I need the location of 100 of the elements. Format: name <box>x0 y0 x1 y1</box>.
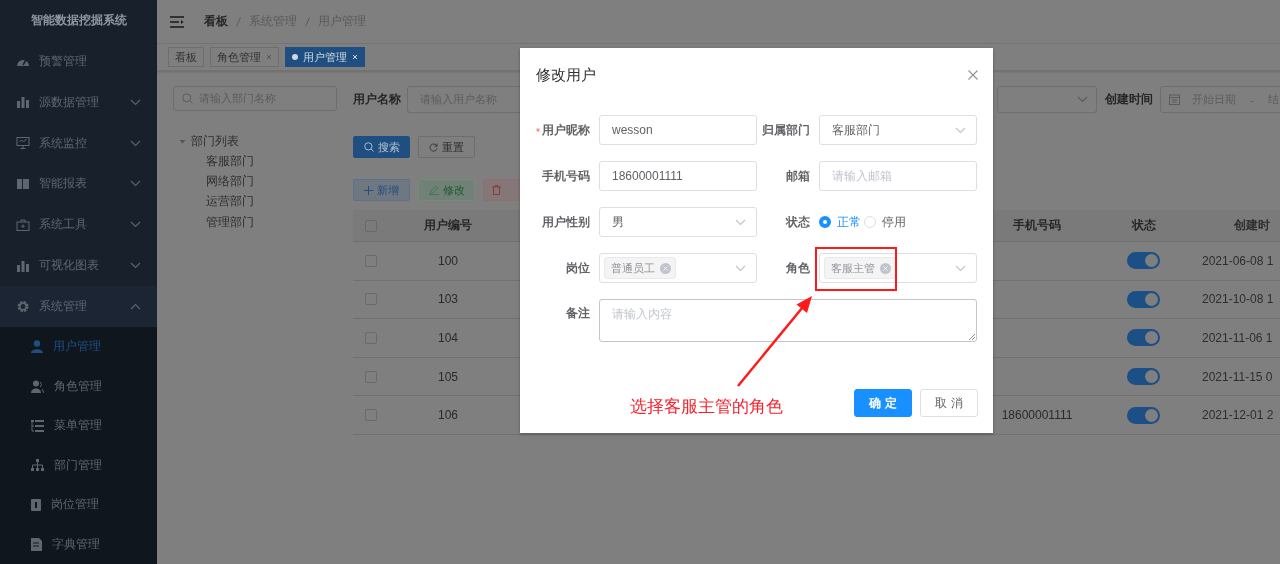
submenu-item[interactable]: 角色管理 <box>0 366 157 406</box>
input-field[interactable]: 18600001111 <box>599 161 757 191</box>
menu-item[interactable]: 系统工具 <box>0 204 157 246</box>
chevron-icon <box>955 264 966 272</box>
field-label: 备注 <box>566 306 590 321</box>
column-header: 手机号码 <box>1012 217 1062 234</box>
document-icon <box>31 537 42 551</box>
chevron-icon <box>130 180 141 188</box>
edit-button[interactable]: 修改 <box>418 179 475 201</box>
chevron-icon <box>130 262 141 270</box>
table-cell-text: 106 <box>437 408 459 423</box>
list-icon <box>31 419 44 432</box>
chevron-icon <box>955 126 966 134</box>
plus-icon <box>364 185 373 195</box>
table-cell-text: 2021-11-15 0 <box>1201 369 1274 384</box>
page-tab[interactable]: 角色管理 <box>210 47 279 67</box>
column-header: 创建时 <box>1233 217 1271 234</box>
input-field[interactable]: wesson <box>599 115 757 145</box>
submenu-item[interactable]: 用户管理 <box>0 327 157 367</box>
table-cell-text: 100 <box>437 253 459 268</box>
pencil-icon <box>428 185 439 195</box>
tree-node[interactable]: 运营部门 <box>173 191 337 213</box>
breadcrumb-separator-icon <box>305 16 310 27</box>
chevron-icon <box>130 221 141 229</box>
chevron-icon <box>1077 96 1088 103</box>
column-header: 状态 <box>1130 217 1157 234</box>
refresh-icon <box>429 142 438 152</box>
resize-grip-icon <box>968 333 975 340</box>
menu-item[interactable]: 系统管理 <box>0 286 157 327</box>
selected-tag: 普通员工 <box>604 257 676 279</box>
bar-chart-icon <box>16 96 30 109</box>
search-button[interactable]: 搜索 <box>353 136 410 158</box>
status-toggle[interactable] <box>1127 329 1160 347</box>
field-label: 手机号码 <box>542 168 590 184</box>
add-button[interactable]: 新增 <box>353 179 410 201</box>
toolbox-icon <box>16 218 30 231</box>
tree-node[interactable]: 客服部门 <box>173 151 337 172</box>
status-toggle[interactable] <box>1127 406 1160 424</box>
annotation-text: 选择客服主管的角色 <box>630 396 783 417</box>
trash-icon <box>492 185 501 195</box>
page-tab[interactable]: 用户管理 <box>285 47 365 67</box>
field-label: 用户名称 <box>353 91 402 108</box>
textarea-field[interactable]: 请输入内容 <box>599 299 977 342</box>
chevron-icon <box>130 98 141 106</box>
menu-item[interactable]: 预警管理 <box>0 40 157 82</box>
selected-tag: 客服主管 <box>824 257 896 279</box>
table-cell-text: 2021-10-08 1 <box>1201 292 1275 307</box>
field-label: 创建时间 <box>1105 91 1154 108</box>
field-label: 用户性别 <box>542 214 590 230</box>
tree-node[interactable]: 部门列表 <box>173 131 337 151</box>
multi-select-field[interactable]: 普通员工 <box>599 253 757 283</box>
submenu-item[interactable]: 菜单管理 <box>0 406 157 446</box>
breadcrumb-link[interactable]: 看板 <box>204 13 228 30</box>
search-icon <box>363 142 374 152</box>
close-icon[interactable] <box>968 70 978 80</box>
chevron-icon <box>735 264 746 272</box>
chevron-icon <box>735 218 746 226</box>
reset-button[interactable]: 重置 <box>418 136 475 158</box>
breadcrumb-separator-icon <box>236 16 241 27</box>
submenu-item[interactable]: 岗位管理 <box>0 485 157 525</box>
confirm-button[interactable]: 确 定 <box>854 389 912 417</box>
chevron-icon <box>130 139 141 147</box>
menu-item[interactable]: 系统监控 <box>0 122 157 164</box>
table-cell-text: 2021-11-06 1 <box>1201 331 1274 345</box>
menu-item[interactable]: 源数据管理 <box>0 81 157 123</box>
page-tab[interactable]: 看板 <box>168 47 204 67</box>
multi-select-field[interactable]: 客服主管 <box>819 253 977 283</box>
submenu-item[interactable]: 字典管理 <box>0 524 157 564</box>
field-label: 角色 <box>786 260 810 276</box>
radio-button[interactable] <box>819 216 831 228</box>
dialog-title: 修改用户 <box>536 65 596 85</box>
monitor-icon <box>16 137 30 150</box>
select-field[interactable] <box>997 86 1097 113</box>
table-cell-text: 104 <box>437 331 459 345</box>
select-field[interactable]: 男 <box>599 207 757 237</box>
status-toggle[interactable] <box>1127 290 1160 308</box>
badge-icon <box>31 498 41 511</box>
tree-node[interactable]: 网络部门 <box>173 171 337 192</box>
menu-item[interactable]: 可视化图表 <box>0 245 157 287</box>
person-icon <box>31 340 43 354</box>
radio-label[interactable]: 停用 <box>882 213 906 231</box>
submenu-item[interactable]: 部门管理 <box>0 445 157 485</box>
bar-chart-icon <box>16 259 30 272</box>
column-header: 用户编号 <box>423 217 473 234</box>
radio-label[interactable]: 正常 <box>837 213 861 231</box>
tree-node[interactable]: 管理部门 <box>173 212 337 233</box>
status-toggle[interactable] <box>1127 368 1160 386</box>
app-title: 智能数据挖掘系统 <box>29 11 128 29</box>
field-label: 归属部门 <box>762 122 810 138</box>
cancel-button[interactable]: 取 消 <box>920 389 978 417</box>
menu-item[interactable]: 智能报表 <box>0 163 157 205</box>
select-field[interactable]: 客服部门 <box>819 115 977 145</box>
table-cell-text: 2021-12-01 2 <box>1201 408 1275 423</box>
field-label: 邮箱 <box>786 168 810 184</box>
status-toggle[interactable] <box>1127 252 1160 270</box>
chevron-icon <box>130 303 141 311</box>
input-field[interactable]: 请输入邮箱 <box>819 161 977 191</box>
menu-icon[interactable] <box>170 15 184 28</box>
book-icon <box>16 177 30 190</box>
field-label: 用户昵称 <box>542 122 590 138</box>
